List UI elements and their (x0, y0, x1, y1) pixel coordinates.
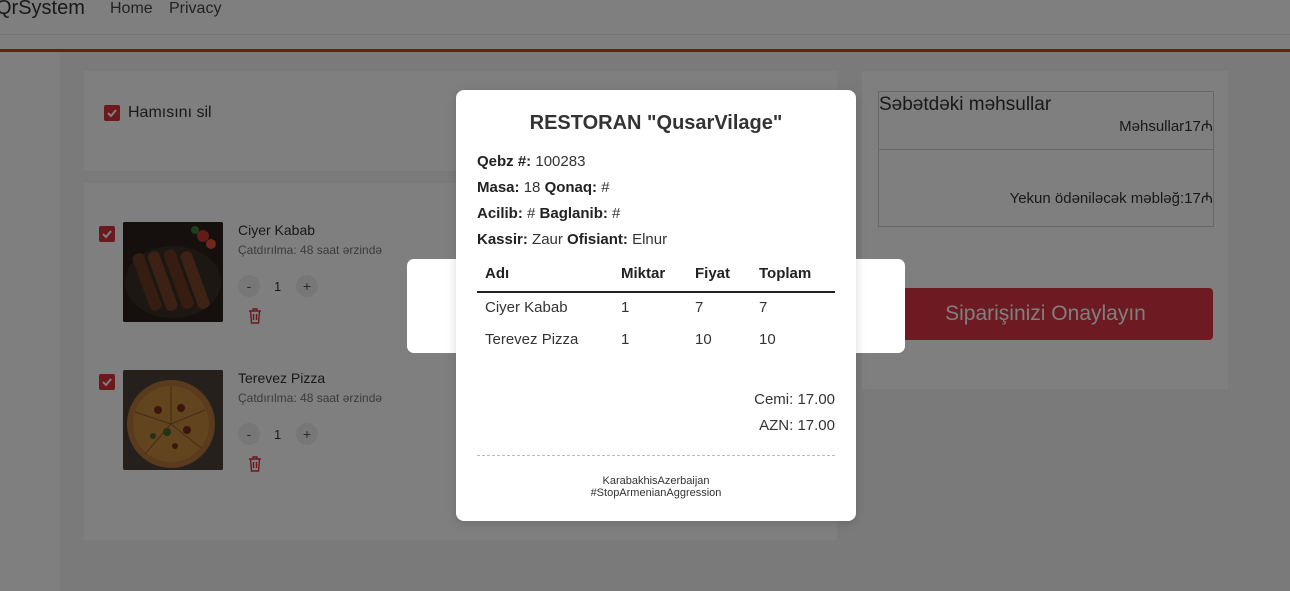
receipt-footer-line-1: KarabakhisAzerbaijan (602, 475, 710, 487)
receipt-azn-total: AZN: 17.00 (759, 417, 835, 434)
guest-value: # (601, 179, 610, 196)
table-cell: Ciyer Kabab (485, 299, 568, 316)
closed-value: # (612, 205, 621, 222)
table-cell: Terevez Pizza (485, 331, 579, 348)
receipt-dashed-divider (477, 455, 835, 456)
receipt-title: RESTORAN "QusarVilage" (529, 112, 783, 134)
waiter-label: Ofisiant: (567, 231, 628, 248)
table-cell: 10 (759, 331, 776, 348)
cashier-value: Zaur (532, 231, 563, 248)
opened-label: Acilib: (477, 205, 523, 222)
table-cell: 7 (759, 299, 768, 316)
opened-value: # (527, 205, 536, 222)
waiter-value: Elnur (632, 231, 668, 248)
guest-label: Qonaq: (544, 179, 598, 196)
receipt-number-label: Qebz #: (477, 153, 532, 170)
closed-label: Baglanib: (539, 205, 608, 222)
cashier-label: Kassir: (477, 231, 528, 248)
receipt-number-value: 100283 (535, 153, 586, 170)
receipt-staff-line: Kassir: Zaur Ofisiant: Elnur (477, 231, 667, 248)
receipt-opened-closed-line: Acilib: # Baglanib: # (477, 205, 620, 222)
receipt-footer-line-2: #StopArmenianAggression (590, 487, 722, 499)
receipt-table-guest-line: Masa: 18 Qonaq: # (477, 179, 610, 196)
receipt-modal: RESTORAN "QusarVilage" Qebz #: 100283 Ma… (456, 90, 856, 521)
table-cell: 7 (695, 299, 704, 316)
table-header-border (477, 291, 835, 293)
table-cell: 10 (695, 331, 712, 348)
column-header-name: Adı (485, 265, 510, 282)
receipt-number-line: Qebz #: 100283 (477, 153, 585, 170)
table-label: Masa: (477, 179, 520, 196)
table-value: 18 (523, 179, 541, 196)
column-header-total: Toplam (759, 265, 812, 282)
table-cell: 1 (621, 299, 630, 316)
column-header-quantity: Miktar (621, 265, 666, 282)
receipt-sum: Cemi: 17.00 (754, 391, 835, 408)
column-header-price: Fiyat (695, 265, 731, 282)
table-cell: 1 (621, 331, 630, 348)
